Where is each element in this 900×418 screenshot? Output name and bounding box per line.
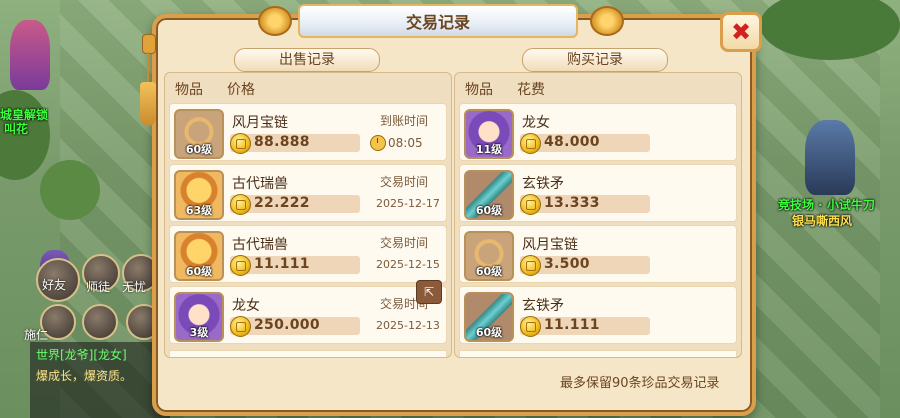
friends-label: 好友	[42, 278, 67, 292]
price-value: 22.222	[254, 195, 310, 211]
sell-row[interactable]: 60级 风月宝链 88.888 到账时间 08:05	[169, 103, 447, 161]
chat-line: 爆成长，爆资质。	[36, 369, 133, 383]
sell-row[interactable]: 3级 龙女 250.000 交易时间 2025-12-13	[169, 286, 447, 344]
coin-icon	[230, 255, 251, 276]
clock-icon	[370, 135, 386, 151]
buy-column-header: 物品 花费	[455, 73, 741, 103]
npc-character[interactable]	[10, 20, 50, 90]
price-value: 11.111	[544, 317, 600, 333]
price-bar: 250.000	[230, 316, 360, 337]
time-label: 到账时间	[380, 114, 429, 128]
price-value: 13.333	[544, 195, 600, 211]
item-icon-box[interactable]: 60级	[174, 231, 224, 281]
price-value: 250.000	[254, 317, 320, 333]
coin-icon	[230, 133, 251, 154]
item-name: 风月宝链	[232, 115, 288, 131]
item-level: 60级	[185, 143, 213, 156]
column-price: 价格	[227, 82, 255, 98]
coin-icon	[230, 194, 251, 215]
title-bar: 交易记录	[152, 0, 748, 40]
buy-row[interactable]: 60级 玄铁矛 13.333	[459, 164, 737, 222]
time-label: 交易时间	[380, 236, 429, 250]
footer-note: 最多保留90条珍品交易记录	[560, 376, 720, 391]
wuyou-label: 无忧	[122, 280, 147, 294]
price-value: 3.500	[544, 256, 590, 272]
coin-icon	[520, 316, 541, 337]
item-name: 玄铁矛	[522, 298, 564, 314]
price-value: 11.111	[254, 256, 310, 272]
item-name: 风月宝链	[522, 237, 578, 253]
tab-sell-records[interactable]: 出售记录	[234, 48, 380, 72]
sell-row[interactable]: 60级 古代瑞兽 11.111 交易时间 2025-12-15	[169, 225, 447, 283]
close-icon: ✖	[730, 18, 752, 46]
item-level: 3级	[189, 326, 209, 339]
item-icon-box[interactable]: 60级	[174, 109, 224, 159]
item-level: 60级	[475, 326, 503, 339]
chat-line: 世界[龙爷][龙女]	[36, 348, 127, 362]
item-level: 60级	[185, 265, 213, 278]
dialog-title: 交易记录	[405, 13, 470, 32]
item-icon-box[interactable]: 60级	[464, 231, 514, 281]
item-level: 63级	[185, 204, 213, 217]
item-icon-box[interactable]: 3级	[174, 292, 224, 342]
sell-row[interactable]: 63级 古代瑞兽 22.222 交易时间 2025-12-17	[169, 164, 447, 222]
buy-row-partial	[459, 350, 737, 357]
time-label: 交易时间	[380, 175, 429, 189]
item-icon-box[interactable]: 60级	[464, 292, 514, 342]
price-bar: 3.500	[520, 255, 650, 276]
item-level: 60级	[475, 204, 503, 217]
coin-icon	[520, 255, 541, 276]
tassel-ornament	[140, 34, 156, 126]
time-value: 08:05	[388, 136, 423, 150]
npc-label[interactable]: 银马嘶西风	[792, 212, 852, 229]
buy-row[interactable]: 60级 玄铁矛 11.111	[459, 286, 737, 344]
price-value: 48.000	[544, 134, 600, 150]
column-cost: 花费	[517, 82, 545, 98]
npc-label[interactable]: 竞技场 · 小试牛刀	[778, 196, 875, 213]
price-bar: 11.111	[520, 316, 650, 337]
price-bar: 88.888	[230, 133, 360, 154]
item-name: 古代瑞兽	[232, 176, 288, 192]
price-bar: 13.333	[520, 194, 650, 215]
item-name: 玄铁矛	[522, 176, 564, 192]
npc-character[interactable]	[805, 120, 855, 195]
title-ornament-left	[258, 6, 292, 36]
tree	[40, 160, 100, 220]
master-label: 师徒	[86, 280, 111, 294]
buy-row[interactable]: 60级 风月宝链 3.500	[459, 225, 737, 283]
item-name: 龙女	[232, 298, 260, 314]
item-level: 11级	[475, 143, 503, 156]
time-value: 2025-12-13	[376, 319, 440, 332]
price-value: 88.888	[254, 134, 310, 150]
sell-column-header: 物品 价格	[165, 73, 451, 103]
price-bar: 11.111	[230, 255, 360, 276]
price-bar: 22.222	[230, 194, 360, 215]
chat-label: 施仁	[24, 328, 49, 342]
title-ornament-right	[590, 6, 624, 36]
coin-icon	[230, 316, 251, 337]
sell-records-panel[interactable]: 物品 价格 60级 风月宝链 88.888 到账时间 08:05 63级 古代瑞…	[164, 72, 452, 358]
voice-button[interactable]	[82, 304, 118, 340]
item-level: 60级	[475, 265, 503, 278]
column-item: 物品	[465, 82, 493, 98]
time-value: 2025-12-15	[376, 258, 440, 271]
coin-icon	[520, 133, 541, 154]
item-name: 古代瑞兽	[232, 237, 288, 253]
tab-buy-records[interactable]: 购买记录	[522, 48, 668, 72]
npc-label[interactable]: 叫花	[4, 120, 28, 137]
item-name: 龙女	[522, 115, 550, 131]
price-bar: 48.000	[520, 133, 650, 154]
buy-records-panel[interactable]: 物品 花费 11级 龙女 48.000 60级 玄铁矛 13.333 60级 风…	[454, 72, 742, 358]
close-button[interactable]: ✖	[720, 12, 762, 52]
item-icon-box[interactable]: 11级	[464, 109, 514, 159]
sell-row-partial	[169, 350, 447, 357]
chat-panel[interactable]: 世界[龙爷][龙女] 爆成长，爆资质。	[30, 342, 170, 418]
coin-icon	[520, 194, 541, 215]
item-icon-box[interactable]: 63级	[174, 170, 224, 220]
column-item: 物品	[175, 82, 203, 98]
share-icon[interactable]: ⇱	[416, 280, 442, 304]
item-icon-box[interactable]: 60级	[464, 170, 514, 220]
buy-row[interactable]: 11级 龙女 48.000	[459, 103, 737, 161]
time-value: 2025-12-17	[376, 197, 440, 210]
